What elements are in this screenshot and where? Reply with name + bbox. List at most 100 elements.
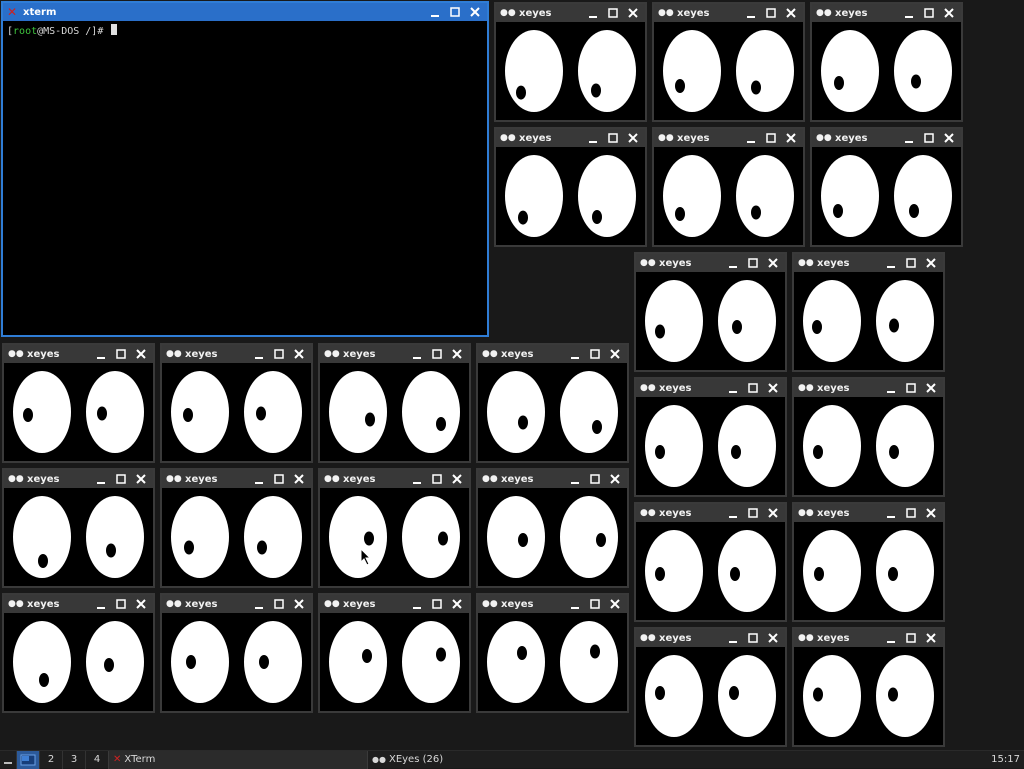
close-icon[interactable] <box>625 131 641 145</box>
xeyes-titlebar[interactable]: ●● xeyes <box>162 595 311 613</box>
xeyes-window[interactable]: ●● xeyes <box>792 252 945 372</box>
maximize-icon[interactable] <box>745 506 761 520</box>
xeyes-window[interactable]: ●● xeyes <box>634 252 787 372</box>
close-icon[interactable] <box>449 472 465 486</box>
xeyes-window[interactable]: ●● xeyes <box>810 2 963 122</box>
minimize-icon[interactable] <box>93 597 109 611</box>
close-icon[interactable] <box>607 472 623 486</box>
close-icon[interactable] <box>449 597 465 611</box>
close-icon[interactable] <box>923 256 939 270</box>
xeyes-titlebar[interactable]: ●● xeyes <box>4 470 153 488</box>
maximize-icon[interactable] <box>587 597 603 611</box>
xeyes-titlebar[interactable]: ●● xeyes <box>4 595 153 613</box>
workspace-2[interactable]: 2 <box>39 750 62 769</box>
minimize-icon[interactable] <box>585 6 601 20</box>
minimize-icon[interactable] <box>427 5 443 19</box>
xeyes-titlebar[interactable]: ●● xeyes <box>320 345 469 363</box>
xeyes-titlebar[interactable]: ●● xeyes <box>636 254 785 272</box>
xeyes-titlebar[interactable]: ●● xeyes <box>320 470 469 488</box>
close-icon[interactable] <box>625 6 641 20</box>
xeyes-window[interactable]: ●● xeyes <box>160 343 313 463</box>
minimize-icon[interactable] <box>567 472 583 486</box>
maximize-icon[interactable] <box>903 256 919 270</box>
close-icon[interactable] <box>765 506 781 520</box>
xeyes-titlebar[interactable]: ●● xeyes <box>162 470 311 488</box>
minimize-icon[interactable] <box>743 6 759 20</box>
close-icon[interactable] <box>607 597 623 611</box>
xeyes-titlebar[interactable]: ●● xeyes <box>812 129 961 147</box>
close-icon[interactable] <box>765 631 781 645</box>
maximize-icon[interactable] <box>745 256 761 270</box>
xeyes-window[interactable]: ●● xeyes <box>318 343 471 463</box>
xeyes-titlebar[interactable]: ●● xeyes <box>654 4 803 22</box>
minimize-icon[interactable] <box>883 506 899 520</box>
xeyes-window[interactable]: ●● xeyes <box>476 468 629 588</box>
xeyes-titlebar[interactable]: ●● xeyes <box>636 379 785 397</box>
xeyes-window[interactable]: ●● xeyes <box>318 468 471 588</box>
xeyes-window[interactable]: ●● xeyes <box>792 627 945 747</box>
maximize-icon[interactable] <box>429 597 445 611</box>
maximize-icon[interactable] <box>113 597 129 611</box>
xeyes-titlebar[interactable]: ●● xeyes <box>794 254 943 272</box>
minimize-icon[interactable] <box>409 597 425 611</box>
task-xeyes[interactable]: ●● XEyes (26) <box>367 750 636 769</box>
minimize-icon[interactable] <box>743 131 759 145</box>
xeyes-titlebar[interactable]: ●● xeyes <box>478 345 627 363</box>
minimize-icon[interactable] <box>251 472 267 486</box>
minimize-icon[interactable] <box>93 472 109 486</box>
minimize-icon[interactable] <box>901 6 917 20</box>
xeyes-window[interactable]: ●● xeyes <box>792 502 945 622</box>
xeyes-window[interactable]: ●● xeyes <box>634 627 787 747</box>
minimize-icon[interactable] <box>883 631 899 645</box>
minimize-icon[interactable] <box>409 347 425 361</box>
maximize-icon[interactable] <box>921 131 937 145</box>
close-icon[interactable] <box>291 597 307 611</box>
task-xterm[interactable]: ✕ XTerm <box>108 750 367 769</box>
maximize-icon[interactable] <box>763 6 779 20</box>
xeyes-window[interactable]: ●● xeyes <box>634 502 787 622</box>
xeyes-window[interactable]: ●● xeyes <box>2 593 155 713</box>
maximize-icon[interactable] <box>113 472 129 486</box>
xeyes-window[interactable]: ●● xeyes <box>494 2 647 122</box>
maximize-icon[interactable] <box>271 347 287 361</box>
close-icon[interactable] <box>783 131 799 145</box>
xeyes-titlebar[interactable]: ●● xeyes <box>654 129 803 147</box>
xeyes-titlebar[interactable]: ●● xeyes <box>636 504 785 522</box>
minimize-icon[interactable] <box>725 256 741 270</box>
minimize-icon[interactable] <box>251 347 267 361</box>
xeyes-titlebar[interactable]: ●● xeyes <box>794 504 943 522</box>
maximize-icon[interactable] <box>903 631 919 645</box>
close-icon[interactable] <box>133 597 149 611</box>
xterm-window[interactable]: ✕ xterm [root@MS-DOS /]# <box>1 1 489 337</box>
minimize-icon[interactable] <box>409 472 425 486</box>
minimize-icon[interactable] <box>725 506 741 520</box>
minimize-icon[interactable] <box>883 256 899 270</box>
xeyes-titlebar[interactable]: ●● xeyes <box>320 595 469 613</box>
close-icon[interactable] <box>133 347 149 361</box>
minimize-icon[interactable] <box>901 131 917 145</box>
minimize-icon[interactable] <box>585 131 601 145</box>
close-icon[interactable] <box>941 131 957 145</box>
maximize-icon[interactable] <box>745 631 761 645</box>
close-icon[interactable] <box>765 256 781 270</box>
xeyes-window[interactable]: ●● xeyes <box>318 593 471 713</box>
maximize-icon[interactable] <box>271 597 287 611</box>
maximize-icon[interactable] <box>447 5 463 19</box>
maximize-icon[interactable] <box>605 131 621 145</box>
xeyes-titlebar[interactable]: ●● xeyes <box>794 629 943 647</box>
maximize-icon[interactable] <box>429 472 445 486</box>
xeyes-window[interactable]: ●● xeyes <box>634 377 787 497</box>
terminal-area[interactable]: [root@MS-DOS /]# <box>3 21 487 40</box>
minimize-icon[interactable] <box>725 631 741 645</box>
xeyes-window[interactable]: ●● xeyes <box>494 127 647 247</box>
xeyes-titlebar[interactable]: ●● xeyes <box>496 129 645 147</box>
close-icon[interactable] <box>765 381 781 395</box>
maximize-icon[interactable] <box>587 347 603 361</box>
close-icon[interactable] <box>467 5 483 19</box>
minimize-icon[interactable] <box>567 347 583 361</box>
maximize-icon[interactable] <box>903 506 919 520</box>
xeyes-window[interactable]: ●● xeyes <box>2 343 155 463</box>
xeyes-titlebar[interactable]: ●● xeyes <box>496 4 645 22</box>
xeyes-titlebar[interactable]: ●● xeyes <box>478 470 627 488</box>
close-icon[interactable] <box>923 506 939 520</box>
